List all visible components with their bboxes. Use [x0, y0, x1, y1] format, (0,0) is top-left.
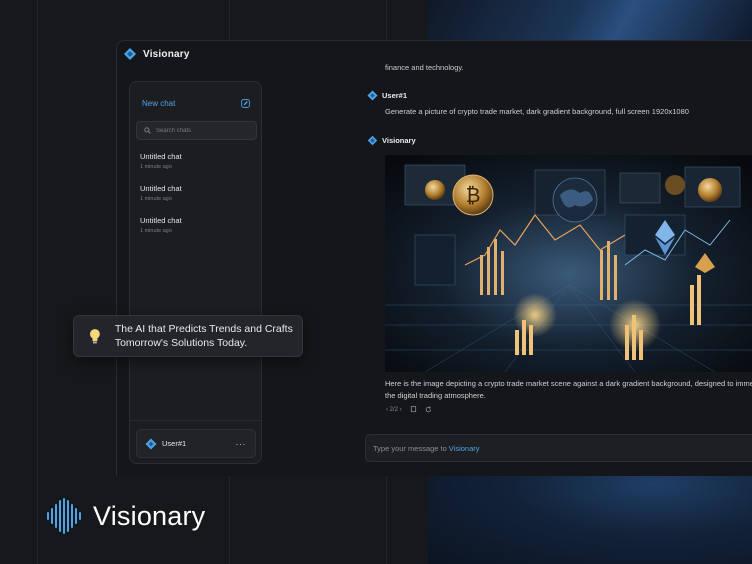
chat-timestamp: 1 minute ago [140, 196, 172, 202]
visionary-logo-icon [367, 135, 378, 146]
tagline-card: The AI that Predicts Trends and Crafts T… [73, 315, 303, 357]
user-avatar-icon [145, 438, 157, 449]
message-author: User#1 [382, 91, 408, 100]
svg-text:₿: ₿ [466, 183, 481, 207]
response-pager[interactable]: ‹ 2/2 › [386, 407, 402, 413]
background-glow-bottom [428, 476, 752, 564]
tagline-text: The AI that Predicts Trends and Crafts T… [115, 322, 302, 350]
app-title: Visionary [143, 48, 190, 60]
tagline-line1: The AI that Predicts Trends and Crafts [114, 323, 293, 335]
lightbulb-icon [89, 328, 100, 343]
search-icon [144, 127, 151, 134]
tagline-line2: Tomorrow's Solutions Today. [114, 337, 248, 349]
message-composer[interactable]: Type your message to Visionary [365, 434, 752, 462]
generated-image[interactable]: ₿ [385, 155, 752, 372]
user-profile-card[interactable]: User#1 ··· [136, 429, 256, 458]
message-author: Visionary [382, 136, 416, 145]
user-name: User#1 [162, 439, 187, 448]
assistant-message-header: Visionary [367, 135, 416, 146]
soundwave-logo-icon [47, 498, 81, 534]
message-actions: ‹ 2/2 › [386, 406, 432, 413]
chat-timestamp: 1 minute ago [140, 228, 172, 234]
assistant-caption-line2: the digital trading atmosphere. [385, 391, 486, 400]
composer-placeholder: Type your message to [373, 443, 447, 453]
user-avatar-icon [367, 90, 378, 101]
regenerate-icon[interactable] [425, 406, 432, 413]
app-window: Visionary New chat Untitled chat 1 minut… [116, 40, 752, 476]
grid-line [37, 0, 38, 564]
chat-list-item[interactable]: Untitled chat 1 minute ago [140, 152, 256, 170]
new-chat-label: New chat [142, 98, 176, 108]
edit-icon[interactable] [241, 98, 250, 108]
assistant-caption-line1: Here is the image depicting a crypto tra… [385, 379, 752, 388]
search-chats[interactable] [136, 121, 257, 140]
footer-brand: Visionary [46, 498, 205, 534]
background-glow-top [428, 0, 752, 40]
footer-brand-name: Visionary [93, 500, 206, 531]
crypto-market-illustration: ₿ [385, 155, 752, 372]
composer-placeholder-accent: Visionary [448, 443, 480, 453]
chat-title: Untitled chat [140, 184, 182, 193]
divider [130, 420, 261, 421]
chat-timestamp: 1 minute ago [140, 164, 172, 170]
user-message-text: Generate a picture of crypto trade marke… [385, 107, 689, 116]
new-chat-button[interactable]: New chat [142, 96, 250, 110]
user-message-header: User#1 [367, 90, 407, 101]
chat-list-item[interactable]: Untitled chat 1 minute ago [140, 216, 256, 234]
visionary-logo-icon [124, 48, 136, 60]
more-options-button[interactable]: ··· [236, 439, 247, 449]
search-input[interactable] [156, 127, 256, 134]
chat-list-item[interactable]: Untitled chat 1 minute ago [140, 184, 256, 202]
chat-title: Untitled chat [140, 216, 182, 225]
copy-icon[interactable] [410, 406, 417, 413]
previous-message-text: finance and technology. [385, 63, 464, 72]
sidebar: New chat Untitled chat 1 minute ago Unti… [129, 81, 262, 464]
chat-title: Untitled chat [140, 152, 182, 161]
